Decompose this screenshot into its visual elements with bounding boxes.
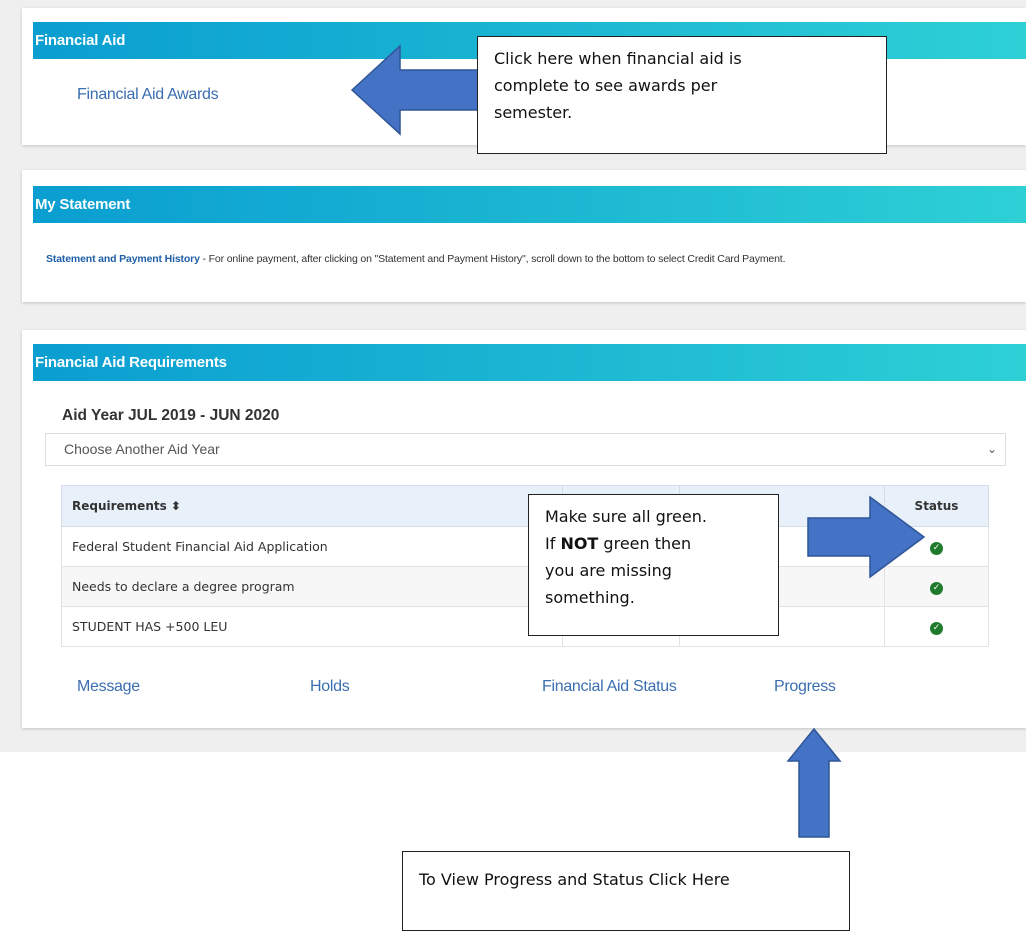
check-circle-icon: ✓ — [930, 622, 943, 635]
awards-callout-line: semester. — [494, 103, 573, 122]
status-callout-text: green then — [598, 534, 692, 553]
requirements-header: Financial Aid Requirements — [33, 344, 1026, 381]
column-header-requirements[interactable]: Requirements ⬍ — [61, 485, 563, 527]
check-circle-icon: ✓ — [930, 542, 943, 555]
statement-card: My Statement — [22, 170, 1026, 302]
statement-text: Statement and Payment History - For onli… — [46, 253, 785, 265]
table-row: STUDENT HAS +500 LEU ✓ — [61, 606, 989, 647]
message-link[interactable]: Message — [77, 678, 140, 696]
requirements-title: Financial Aid Requirements — [35, 354, 227, 371]
check-circle-icon: ✓ — [930, 582, 943, 595]
aid-year-label: Aid Year JUL 2019 - JUN 2020 — [62, 407, 280, 424]
requirement-name: STUDENT HAS +500 LEU — [61, 606, 563, 647]
progress-callout-text: To View Progress and Status Click Here — [419, 870, 730, 889]
financial-aid-title: Financial Aid — [35, 32, 126, 49]
status-callout-line: you are missing — [545, 561, 672, 580]
financial-aid-status-link[interactable]: Financial Aid Status — [542, 678, 677, 696]
status-callout: Make sure all green. If NOT green then y… — [528, 494, 779, 636]
aid-year-select[interactable]: Choose Another Aid Year ⌄ — [45, 433, 1006, 466]
status-callout-line: something. — [545, 588, 635, 607]
status-callout-text: If — [545, 534, 561, 553]
statement-header: My Statement — [33, 186, 1026, 223]
status-callout-bold: NOT — [560, 534, 599, 553]
requirement-name: Needs to declare a degree program — [61, 566, 563, 607]
status-cell: ✓ — [884, 606, 989, 647]
aid-year-select-value: Choose Another Aid Year — [64, 441, 220, 457]
chevron-down-icon: ⌄ — [986, 442, 997, 456]
financial-aid-awards-link[interactable]: Financial Aid Awards — [77, 86, 219, 104]
progress-callout: To View Progress and Status Click Here — [402, 851, 850, 931]
statement-description: - For online payment, after clicking on … — [199, 253, 786, 265]
status-callout-line: Make sure all green. — [545, 507, 707, 526]
statement-payment-history-link[interactable]: Statement and Payment History — [46, 253, 200, 265]
progress-link[interactable]: Progress — [774, 678, 836, 696]
awards-callout: Click here when financial aid is complet… — [477, 36, 887, 154]
left-arrow-icon — [350, 44, 481, 136]
status-callout-line: If NOT green then — [545, 530, 778, 557]
awards-callout-line: Click here when financial aid is — [494, 49, 742, 68]
up-arrow-icon — [786, 727, 842, 838]
statement-title: My Statement — [35, 196, 131, 213]
right-arrow-icon — [807, 495, 926, 579]
holds-link[interactable]: Holds — [310, 678, 350, 696]
requirement-name: Federal Student Financial Aid Applicatio… — [61, 526, 563, 567]
awards-callout-line: complete to see awards per — [494, 76, 718, 95]
